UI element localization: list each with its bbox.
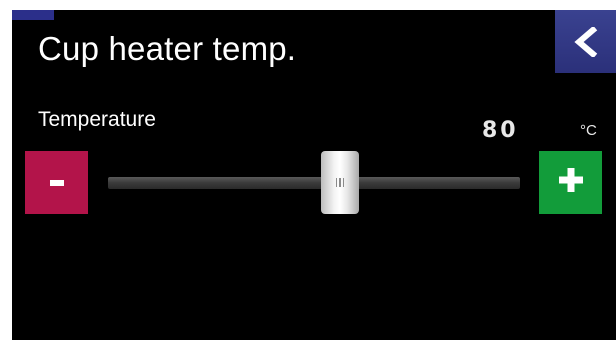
- plus-icon: [558, 167, 584, 198]
- back-button[interactable]: [555, 10, 616, 73]
- page-title: Cup heater temp.: [38, 30, 297, 67]
- chevron-left-icon: [573, 26, 599, 57]
- corner-indicator: [12, 10, 54, 20]
- temperature-slider-handle[interactable]: [321, 151, 360, 214]
- temperature-value: 80: [482, 118, 519, 143]
- temperature-unit: °C: [580, 122, 597, 139]
- temperature-slider-track[interactable]: [108, 177, 520, 189]
- grip-icon: [335, 178, 345, 187]
- screen-frame: Cup heater temp. Temperature 80 °C: [12, 10, 616, 340]
- decrease-button[interactable]: [25, 151, 88, 214]
- temperature-label: Temperature: [38, 108, 156, 131]
- increase-button[interactable]: [539, 151, 602, 214]
- minus-icon: [49, 179, 64, 186]
